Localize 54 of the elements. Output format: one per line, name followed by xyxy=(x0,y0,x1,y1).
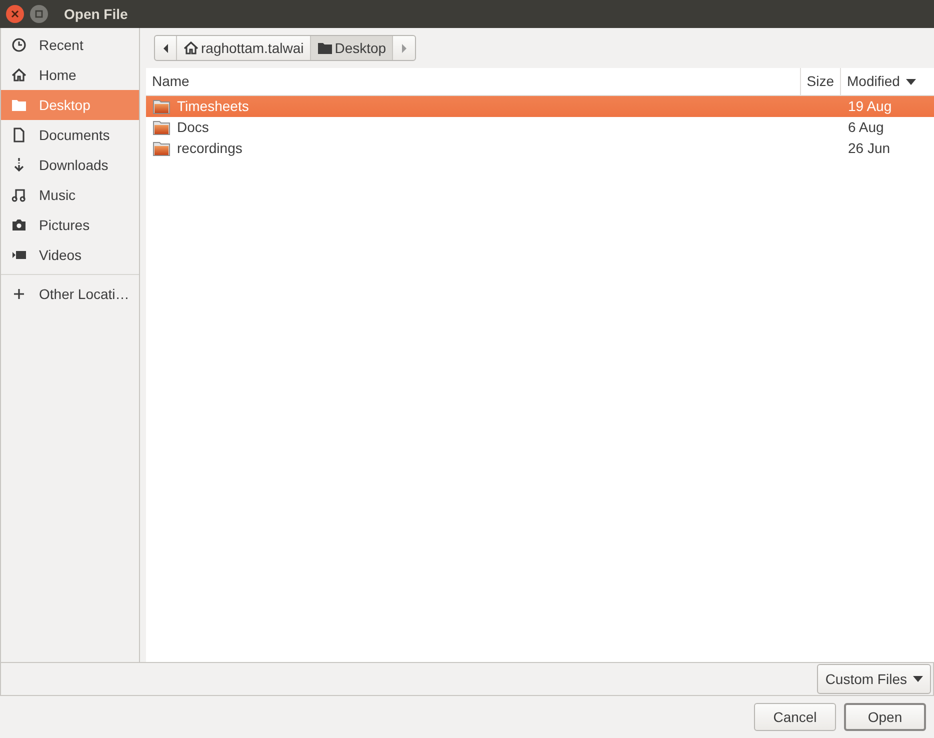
maximize-icon xyxy=(35,10,43,18)
maximize-button[interactable] xyxy=(30,5,48,23)
file-name: Timesheets xyxy=(177,97,249,116)
folder-icon xyxy=(153,100,170,114)
sort-descending-icon xyxy=(906,78,916,84)
sidebar-item[interactable]: Recent xyxy=(1,30,139,60)
caret-icon xyxy=(913,676,923,682)
sidebar-item[interactable]: Pictures xyxy=(1,210,139,240)
sidebar-label: Recent xyxy=(39,36,84,54)
close-button[interactable] xyxy=(6,5,24,23)
document-icon xyxy=(11,127,27,143)
sidebar-label: Music xyxy=(39,186,76,204)
column-header[interactable]: Size xyxy=(800,68,840,95)
column-header[interactable]: Modified xyxy=(840,68,934,95)
path-button[interactable]: raghottam.talwai xyxy=(177,36,311,60)
music-note-icon xyxy=(11,187,27,203)
clock-icon xyxy=(11,37,27,53)
column-header[interactable]: Name xyxy=(146,68,800,95)
sidebar-item[interactable]: Documents xyxy=(1,120,139,150)
file-row[interactable]: Docs 6 Aug xyxy=(146,117,934,138)
sidebar-label: Home xyxy=(39,66,76,84)
home-icon xyxy=(11,67,27,83)
path-button[interactable]: Desktop xyxy=(310,36,394,60)
folder-icon xyxy=(153,120,170,134)
sidebar-label: Documents xyxy=(39,126,110,144)
sidebar-label: Other Locati… xyxy=(39,284,130,304)
sidebar-label: Downloads xyxy=(39,156,108,174)
sidebar-item[interactable]: Music xyxy=(1,180,139,210)
open-button[interactable]: Open xyxy=(844,703,926,731)
camera-icon xyxy=(11,217,27,233)
folder-icon xyxy=(316,40,333,56)
close-icon xyxy=(11,10,19,18)
folder-icon xyxy=(153,142,170,156)
modified-date: 6 Aug xyxy=(848,119,884,135)
modified-date: 19 Aug xyxy=(848,98,892,114)
home-icon xyxy=(183,40,199,56)
modified-date: 26 Jun xyxy=(848,140,890,156)
cancel-button[interactable]: Cancel xyxy=(754,703,836,731)
sidebar-label: Videos xyxy=(39,246,82,264)
file-filter-dropdown[interactable]: Custom Files xyxy=(817,664,931,694)
sidebar-label: Desktop xyxy=(39,96,90,115)
file-name: recordings xyxy=(177,139,242,158)
right-arrow-icon xyxy=(401,44,408,52)
folder-icon xyxy=(11,97,27,113)
sidebar-item[interactable]: Home xyxy=(1,60,139,90)
left-arrow-icon xyxy=(162,44,168,52)
sidebar-item[interactable]: Videos xyxy=(1,240,139,270)
sidebar-item[interactable]: Downloads xyxy=(1,150,139,180)
plus-icon xyxy=(11,286,27,302)
sidebar-label: Pictures xyxy=(39,216,90,234)
file-row[interactable]: recordings 26 Jun xyxy=(146,138,934,159)
sidebar-item[interactable]: Other Locati… xyxy=(1,279,139,309)
window-title: Open File xyxy=(64,4,128,24)
file-name: Docs xyxy=(177,118,209,137)
